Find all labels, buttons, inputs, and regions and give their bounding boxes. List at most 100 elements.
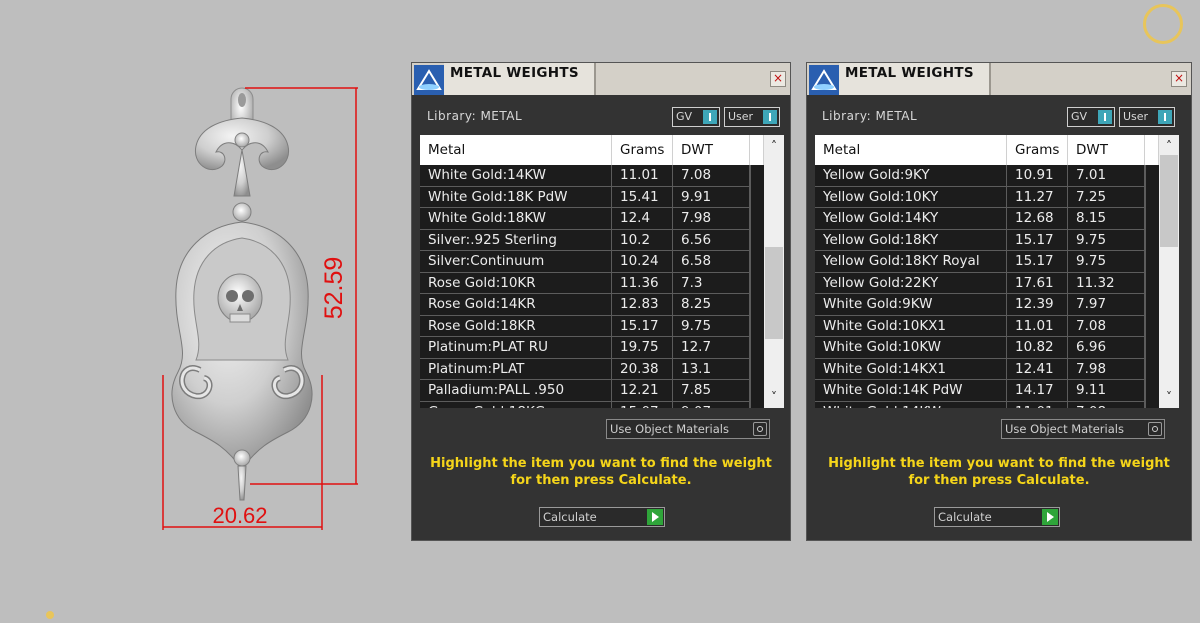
column-header-grams[interactable]: Grams bbox=[612, 135, 673, 165]
table-row[interactable]: White Gold:14KX1 12.41 7.98 bbox=[815, 358, 1145, 380]
dwt-cell: 9.07 bbox=[673, 401, 750, 408]
column-header-grams[interactable]: Grams bbox=[1007, 135, 1068, 165]
metal-weights-panel-left: METAL WEIGHTS × Library: METAL GV User M… bbox=[411, 62, 791, 541]
metal-cell: White Gold:10KX1 bbox=[815, 315, 1007, 337]
dwt-cell: 9.11 bbox=[1068, 380, 1145, 401]
table-row[interactable]: White Gold:10KX1 11.01 7.08 bbox=[815, 315, 1145, 337]
metal-cell: Green Gold:18KG bbox=[420, 401, 612, 408]
table-row[interactable]: Rose Gold:10KR 11.36 7.3 bbox=[420, 272, 750, 294]
gv-toggle-switch-icon bbox=[1098, 110, 1112, 124]
grams-cell: 10.91 bbox=[1007, 165, 1068, 186]
grams-cell: 20.38 bbox=[612, 358, 673, 380]
scroll-down-icon[interactable]: ˅ bbox=[1159, 388, 1179, 406]
scroll-up-icon[interactable]: ˄ bbox=[764, 137, 784, 155]
panel-titlebar[interactable]: METAL WEIGHTS × bbox=[807, 63, 1191, 95]
column-header-dwt[interactable]: DWT bbox=[673, 135, 750, 165]
table-row[interactable]: Platinum:PLAT RU 19.75 12.7 bbox=[420, 337, 750, 359]
table-row[interactable]: Silver:.925 Sterling 10.2 6.56 bbox=[420, 229, 750, 251]
user-toggle[interactable]: User bbox=[1119, 107, 1175, 127]
dwt-cell: 8.25 bbox=[673, 294, 750, 315]
close-icon[interactable]: × bbox=[1171, 71, 1187, 87]
viewport[interactable]: 52.59 20.62 bbox=[0, 0, 400, 619]
table-row[interactable]: Silver:Continuum 10.24 6.58 bbox=[420, 251, 750, 273]
width-dimension-label: 20.62 bbox=[212, 503, 267, 528]
table-row[interactable]: Yellow Gold:9KY 10.91 7.01 bbox=[815, 165, 1145, 187]
table-row[interactable]: Yellow Gold:18KY Royal 15.17 9.75 bbox=[815, 251, 1145, 273]
instruction-line-1: Highlight the item you want to find the … bbox=[828, 456, 1170, 471]
metal-cell: Rose Gold:10KR bbox=[420, 272, 612, 294]
vertical-scrollbar[interactable]: ˄ ˅ bbox=[1159, 135, 1179, 408]
watermark-dot-icon bbox=[46, 611, 54, 619]
table-row[interactable]: White Gold:18K PdW 15.41 9.91 bbox=[420, 186, 750, 208]
play-icon[interactable] bbox=[647, 509, 663, 525]
metal-cell: Silver:.925 Sterling bbox=[420, 229, 612, 251]
table-row[interactable]: Rose Gold:14KR 12.83 8.25 bbox=[420, 294, 750, 316]
metal-cell: Yellow Gold:9KY bbox=[815, 165, 1007, 186]
table-row[interactable]: Palladium:PALL .950 12.21 7.85 bbox=[420, 380, 750, 402]
close-icon[interactable]: × bbox=[770, 71, 786, 87]
calculate-button[interactable]: Calculate bbox=[934, 507, 1060, 527]
scroll-thumb[interactable] bbox=[765, 247, 783, 339]
calculate-button[interactable]: Calculate bbox=[539, 507, 665, 527]
table-header: Metal Grams DWT bbox=[815, 135, 1159, 165]
user-toggle-label: User bbox=[728, 110, 754, 123]
scroll-up-icon[interactable]: ˄ bbox=[1159, 137, 1179, 155]
column-header-metal[interactable]: Metal bbox=[815, 135, 1007, 165]
dwt-cell: 8.15 bbox=[1068, 208, 1145, 229]
radio-icon[interactable] bbox=[1148, 422, 1162, 436]
table-row[interactable]: White Gold:9KW 12.39 7.97 bbox=[815, 294, 1145, 316]
row-filler bbox=[1145, 165, 1159, 408]
table-body: Yellow Gold:9KY 10.91 7.01 Yellow Gold:10KY… bbox=[815, 165, 1145, 408]
gv-toggle[interactable]: GV bbox=[672, 107, 720, 127]
dwt-cell: 7.01 bbox=[1068, 165, 1145, 186]
user-toggle-switch-icon bbox=[763, 110, 777, 124]
column-header-dwt[interactable]: DWT bbox=[1068, 135, 1145, 165]
table-row[interactable]: Yellow Gold:10KY 11.27 7.25 bbox=[815, 186, 1145, 208]
table-row[interactable]: Yellow Gold:22KY 17.61 11.32 bbox=[815, 272, 1145, 294]
height-dimension-label: 52.59 bbox=[320, 257, 348, 320]
row-filler bbox=[750, 165, 764, 408]
use-object-materials-option[interactable]: Use Object Materials bbox=[1001, 419, 1165, 439]
panel-titlebar[interactable]: METAL WEIGHTS × bbox=[412, 63, 790, 95]
grams-cell: 15.17 bbox=[1007, 229, 1068, 251]
play-icon[interactable] bbox=[1042, 509, 1058, 525]
table-row[interactable]: White Gold:14KW11.017.08 bbox=[815, 401, 1145, 408]
table-row[interactable]: White Gold:18KW 12.4 7.98 bbox=[420, 208, 750, 230]
column-header-metal[interactable]: Metal bbox=[420, 135, 612, 165]
gv-toggle-label: GV bbox=[1071, 110, 1088, 123]
user-toggle[interactable]: User bbox=[724, 107, 780, 127]
metal-cell: Platinum:PLAT bbox=[420, 358, 612, 380]
table-row[interactable]: White Gold:14KW11.017.08 bbox=[420, 165, 750, 187]
table-row[interactable]: Yellow Gold:18KY 15.17 9.75 bbox=[815, 229, 1145, 251]
dwt-cell: 11.32 bbox=[1068, 272, 1145, 294]
dwt-cell: 9.75 bbox=[1068, 229, 1145, 251]
table-row[interactable]: White Gold:10KW 10.82 6.96 bbox=[815, 337, 1145, 359]
instruction-line-2: for then press Calculate. bbox=[908, 473, 1090, 488]
grams-cell: 12.41 bbox=[1007, 358, 1068, 380]
gv-toggle-switch-icon bbox=[703, 110, 717, 124]
panel-title: METAL WEIGHTS bbox=[845, 65, 974, 81]
vertical-scrollbar[interactable]: ˄ ˅ bbox=[764, 135, 784, 408]
instruction-text: Highlight the item you want to find the … bbox=[422, 455, 780, 489]
table-header: Metal Grams DWT bbox=[420, 135, 764, 165]
scroll-thumb[interactable] bbox=[1160, 155, 1178, 247]
use-object-materials-label: Use Object Materials bbox=[610, 422, 729, 436]
dwt-cell: 7.25 bbox=[1068, 186, 1145, 208]
table-row[interactable]: Platinum:PLAT 20.38 13.1 bbox=[420, 358, 750, 380]
table-row[interactable]: White Gold:14K PdW 14.17 9.11 bbox=[815, 380, 1145, 402]
table-row[interactable]: Yellow Gold:14KY 12.68 8.15 bbox=[815, 208, 1145, 230]
grams-cell: 14.17 bbox=[1007, 380, 1068, 401]
radio-icon[interactable] bbox=[753, 422, 767, 436]
grams-cell: 12.39 bbox=[1007, 294, 1068, 315]
scroll-down-icon[interactable]: ˅ bbox=[764, 388, 784, 406]
grams-cell: 12.83 bbox=[612, 294, 673, 315]
pendant bbox=[171, 87, 313, 501]
metal-cell: Yellow Gold:14KY bbox=[815, 208, 1007, 229]
grams-cell: 10.2 bbox=[612, 229, 673, 251]
grams-cell: 11.01 bbox=[1007, 315, 1068, 337]
dwt-cell: 9.91 bbox=[673, 186, 750, 208]
table-row[interactable]: Green Gold:18KG15.079.07 bbox=[420, 401, 750, 408]
table-row[interactable]: Rose Gold:18KR 15.17 9.75 bbox=[420, 315, 750, 337]
gv-toggle[interactable]: GV bbox=[1067, 107, 1115, 127]
use-object-materials-option[interactable]: Use Object Materials bbox=[606, 419, 770, 439]
